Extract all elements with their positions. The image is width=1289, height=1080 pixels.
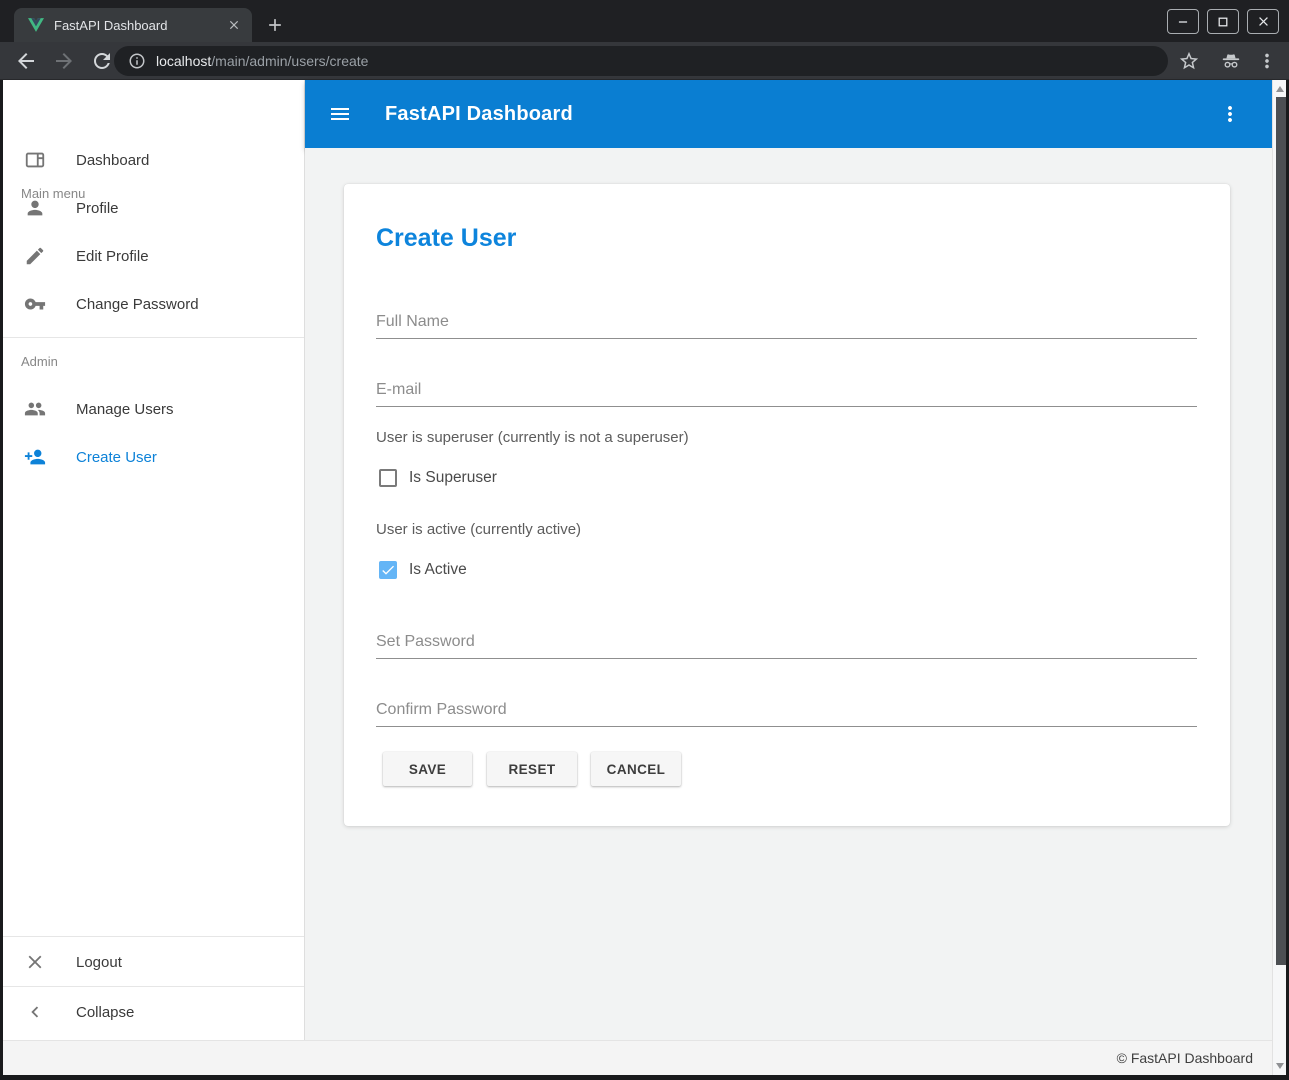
sidebar-item-label: Profile [76, 200, 119, 217]
browser-window: FastAPI Dashboard localhost/main [0, 0, 1289, 1080]
sidebar-item-label: Change Password [76, 296, 199, 313]
page-footer: © FastAPI Dashboard [3, 1040, 1286, 1075]
checkbox-unchecked-icon[interactable] [379, 469, 397, 487]
window-maximize-button[interactable] [1207, 9, 1239, 34]
checkbox-label: Is Superuser [409, 469, 497, 487]
page-title: Create User [376, 224, 516, 253]
form-actions: SAVE RESET CANCEL [383, 752, 681, 786]
hamburger-icon[interactable] [328, 102, 352, 126]
sidebar-item-collapse[interactable]: Collapse [3, 988, 304, 1036]
info-icon[interactable] [128, 52, 146, 70]
sidebar: Main menu Dashboard Profile Edit Profile… [3, 80, 305, 1040]
tab-title: FastAPI Dashboard [54, 18, 226, 33]
save-button[interactable]: SAVE [383, 752, 472, 786]
set-password-input[interactable] [376, 626, 1197, 659]
sidebar-divider [3, 936, 304, 937]
url-path: /main/admin/users/create [211, 53, 368, 69]
superuser-note: User is superuser (currently is not a su… [376, 429, 689, 446]
full-name-input[interactable] [376, 306, 1197, 339]
back-arrow-icon[interactable] [14, 49, 38, 73]
active-note: User is active (currently active) [376, 521, 581, 538]
tab-close-icon[interactable] [226, 17, 242, 33]
sidebar-item-label: Collapse [76, 1004, 134, 1021]
browser-toolbar: localhost/main/admin/users/create [0, 42, 1289, 80]
sidebar-item-label: Create User [76, 449, 157, 466]
create-user-card: Create User User is superuser (currently… [344, 184, 1230, 826]
url-host: localhost [156, 53, 211, 69]
sidebar-item-label: Dashboard [76, 152, 149, 169]
new-tab-button[interactable] [262, 12, 288, 38]
email-input[interactable] [376, 374, 1197, 407]
sidebar-divider [3, 337, 304, 338]
checkbox-checked-icon[interactable] [379, 561, 397, 579]
maximize-icon [1216, 15, 1230, 29]
page-scrollbar[interactable] [1272, 80, 1286, 1075]
app-bar: FastAPI Dashboard [305, 80, 1272, 148]
cancel-button[interactable]: CANCEL [591, 752, 681, 786]
sidebar-item-create-user[interactable]: Create User [3, 433, 304, 481]
scrollbar-down-arrow-icon[interactable] [1273, 1059, 1287, 1073]
copyright-text: © FastAPI Dashboard [1117, 1050, 1253, 1066]
sidebar-section-admin: Admin [21, 354, 58, 369]
vue-logo-icon [28, 17, 44, 33]
group-icon [24, 398, 46, 420]
incognito-icon [1220, 50, 1242, 72]
chevron-left-icon [24, 1001, 46, 1023]
sidebar-item-label: Edit Profile [76, 248, 149, 265]
kebab-menu-icon[interactable] [1256, 50, 1278, 72]
browser-tab[interactable]: FastAPI Dashboard [14, 8, 252, 42]
sidebar-item-dashboard[interactable]: Dashboard [3, 136, 304, 184]
browser-tab-bar: FastAPI Dashboard [0, 0, 1289, 42]
pencil-icon [24, 245, 46, 267]
app-title: FastAPI Dashboard [385, 103, 573, 126]
sidebar-item-label: Logout [76, 954, 122, 971]
confirm-password-input[interactable] [376, 694, 1197, 727]
is-active-checkbox[interactable]: Is Active [379, 561, 467, 579]
address-bar[interactable]: localhost/main/admin/users/create [114, 46, 1168, 76]
plus-icon [265, 15, 285, 35]
sidebar-item-logout[interactable]: Logout [3, 938, 304, 986]
forward-arrow-icon[interactable] [52, 49, 76, 73]
sidebar-divider [3, 986, 304, 987]
close-icon [1256, 14, 1271, 29]
reload-icon[interactable] [90, 49, 114, 73]
reset-button[interactable]: RESET [487, 752, 577, 786]
content-area: Create User User is superuser (currently… [305, 148, 1272, 1040]
window-controls [1167, 9, 1279, 34]
kebab-menu-icon[interactable] [1218, 102, 1242, 126]
key-icon [24, 293, 46, 315]
is-superuser-checkbox[interactable]: Is Superuser [379, 469, 497, 487]
minimize-icon [1176, 15, 1190, 29]
person-add-icon [24, 446, 46, 468]
checkbox-label: Is Active [409, 561, 467, 579]
dashboard-icon [24, 149, 46, 171]
window-minimize-button[interactable] [1167, 9, 1199, 34]
sidebar-item-label: Manage Users [76, 401, 174, 418]
close-icon [24, 951, 46, 973]
scrollbar-up-arrow-icon[interactable] [1273, 82, 1287, 96]
scrollbar-thumb[interactable] [1276, 97, 1286, 965]
sidebar-item-manage-users[interactable]: Manage Users [3, 385, 304, 433]
star-outline-icon[interactable] [1178, 50, 1200, 72]
sidebar-item-change-password[interactable]: Change Password [3, 280, 304, 328]
sidebar-item-profile[interactable]: Profile [3, 184, 304, 232]
sidebar-item-edit-profile[interactable]: Edit Profile [3, 232, 304, 280]
window-close-button[interactable] [1247, 9, 1279, 34]
person-icon [24, 197, 46, 219]
